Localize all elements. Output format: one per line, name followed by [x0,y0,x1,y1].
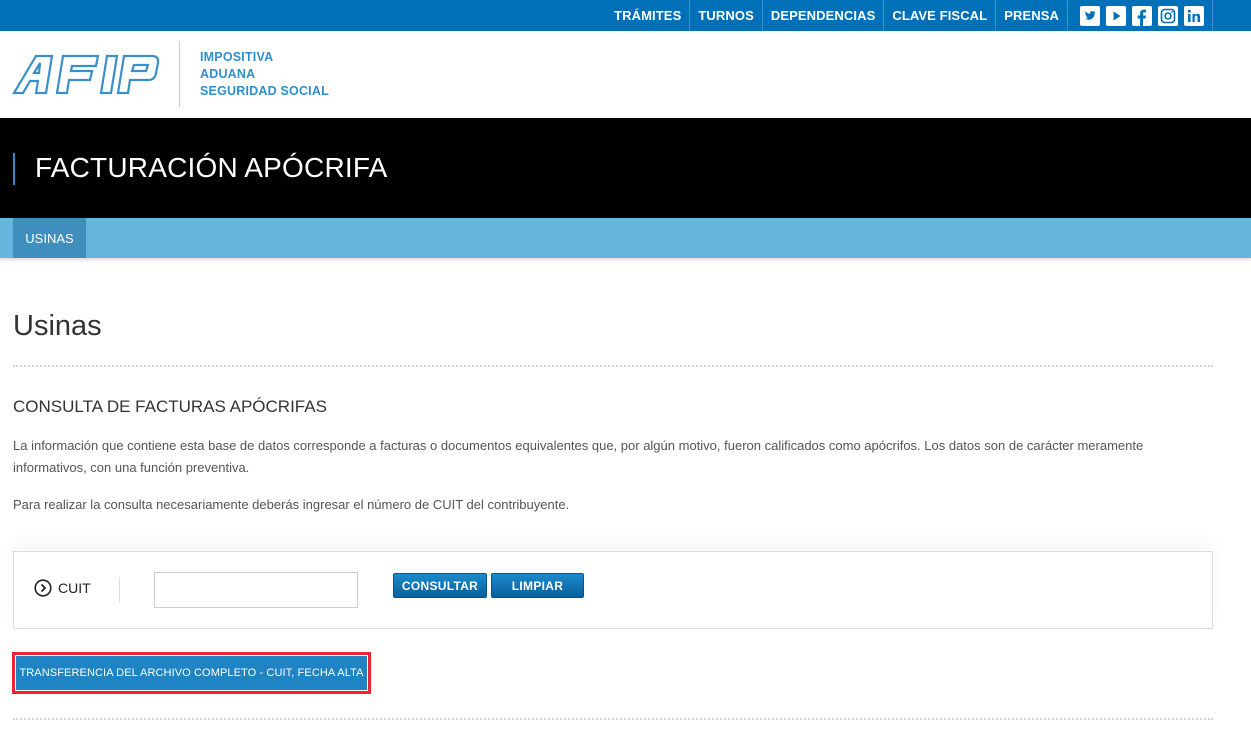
social-links [1068,0,1213,31]
instruction-paragraph: Para realizar la consulta necesariamente… [13,497,570,512]
tab-usinas[interactable]: USINAS [13,218,86,258]
cuit-input[interactable] [154,572,358,608]
title-accent [13,153,15,185]
site-header: IMPOSITIVA ADUANA SEGURIDAD SOCIAL [0,31,1251,118]
sub-nav: USINAS [0,218,1251,258]
instagram-icon[interactable] [1158,5,1178,26]
nav-link-clave-fiscal[interactable]: CLAVE FISCAL [884,0,997,31]
cuit-label: CUIT [58,580,91,596]
subbrand-seguridad-social[interactable]: SEGURIDAD SOCIAL [200,83,329,100]
nav-link-dependencias[interactable]: DEPENDENCIAS [763,0,885,31]
label-divider [119,577,120,603]
divider [13,365,1213,367]
consultar-button[interactable]: CONSULTAR [393,573,487,598]
subbrand: IMPOSITIVA ADUANA SEGURIDAD SOCIAL [200,49,329,100]
limpiar-button[interactable]: LIMPIAR [491,573,584,598]
nav-link-prensa[interactable]: PRENSA [996,0,1068,31]
cuit-label-group: CUIT [34,579,91,597]
linkedin-icon[interactable] [1184,5,1204,26]
bottom-divider [13,718,1213,720]
subbrand-aduana[interactable]: ADUANA [200,66,329,83]
section-heading: FACTURACIÓN APÓCRIFA [35,152,388,183]
chevron-right-circle-icon [34,579,52,597]
transfer-file-button[interactable]: TRANSFERENCIA DEL ARCHIVO COMPLETO - CUI… [16,656,367,690]
top-bar: TRÁMITES TURNOS DEPENDENCIAS CLAVE FISCA… [0,0,1251,31]
nav-link-turnos[interactable]: TURNOS [690,0,763,31]
page-title: Usinas [13,310,102,342]
intro-paragraph: La información que contiene esta base de… [13,438,1144,475]
top-nav: TRÁMITES TURNOS DEPENDENCIAS CLAVE FISCA… [606,0,1213,31]
youtube-icon[interactable] [1106,5,1126,26]
facebook-icon[interactable] [1132,5,1152,26]
header-divider [179,41,180,107]
cuit-form: CUIT CONSULTAR LIMPIAR [13,551,1213,629]
transfer-highlight: TRANSFERENCIA DEL ARCHIVO COMPLETO - CUI… [12,652,371,694]
twitter-icon[interactable] [1080,5,1100,26]
afip-logo[interactable] [12,53,160,96]
section-title: CONSULTA DE FACTURAS APÓCRIFAS [13,397,327,416]
subbrand-impositiva[interactable]: IMPOSITIVA [200,49,329,66]
nav-link-tramites[interactable]: TRÁMITES [606,0,691,31]
title-band: FACTURACIÓN APÓCRIFA [0,118,1251,218]
